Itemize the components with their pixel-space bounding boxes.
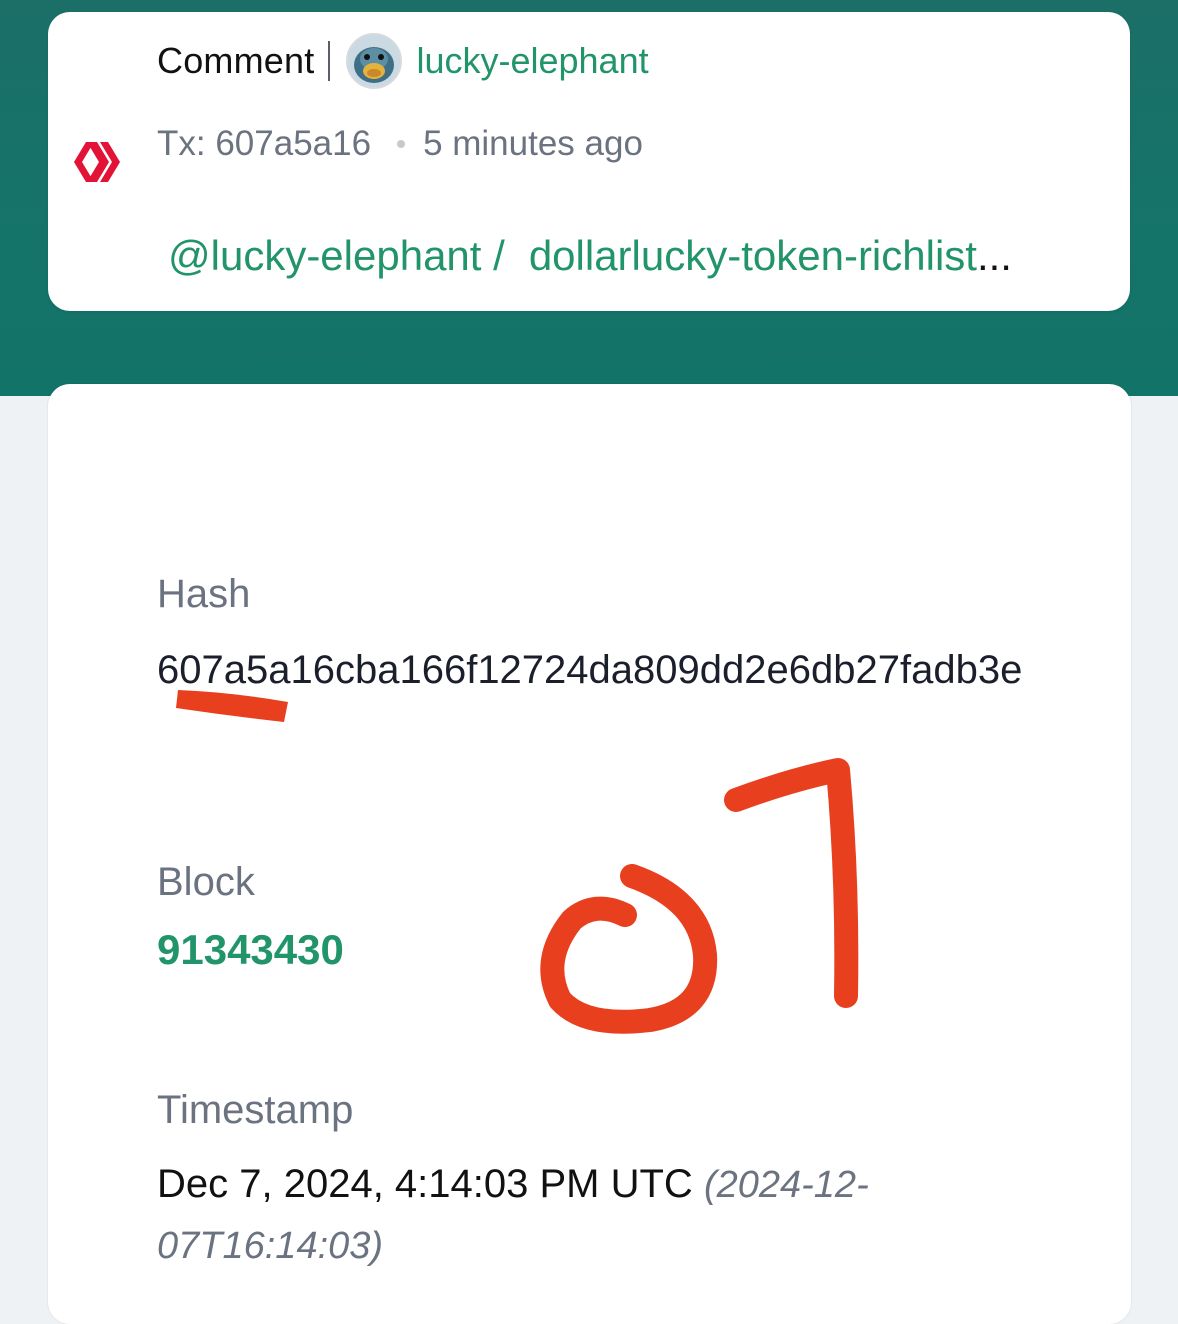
user-avatar[interactable] [346, 33, 403, 89]
hive-logo-icon [74, 142, 120, 182]
block-number-link[interactable]: 91343430 [157, 926, 344, 974]
permlink-link[interactable]: dollarlucky-token-richlist [529, 232, 977, 280]
transaction-id-link[interactable]: Tx: 607a5a16 [157, 124, 371, 164]
timestamp-readable: Dec 7, 2024, 4:14:03 PM UTC [157, 1162, 693, 1206]
time-ago: 5 minutes ago [423, 124, 643, 163]
timestamp-label: Timestamp [157, 1088, 354, 1132]
hash-value: 607a5a16cba166f12724da809dd2e6db27fadb3e [157, 648, 1023, 692]
operation-meta-row: Tx: 607a5a16 5 minutes ago [157, 120, 643, 168]
post-link-row: @lucky-elephant / dollarlucky-token-rich… [168, 228, 1108, 284]
author-link[interactable]: @lucky-elephant / [168, 232, 505, 280]
operation-type: Comment [157, 40, 315, 81]
meta-separator-dot [397, 140, 406, 148]
operation-header-row: Comment lucky-elephant [157, 33, 649, 89]
block-label: Block [157, 860, 255, 904]
timestamp-value: Dec 7, 2024, 4:14:03 PM UTC (2024-12-07T… [157, 1154, 977, 1276]
header-divider [328, 41, 331, 81]
truncation-ellipsis: ... [976, 232, 1012, 279]
hash-label: Hash [157, 572, 251, 616]
operation-username-link[interactable]: lucky-elephant [416, 40, 648, 82]
